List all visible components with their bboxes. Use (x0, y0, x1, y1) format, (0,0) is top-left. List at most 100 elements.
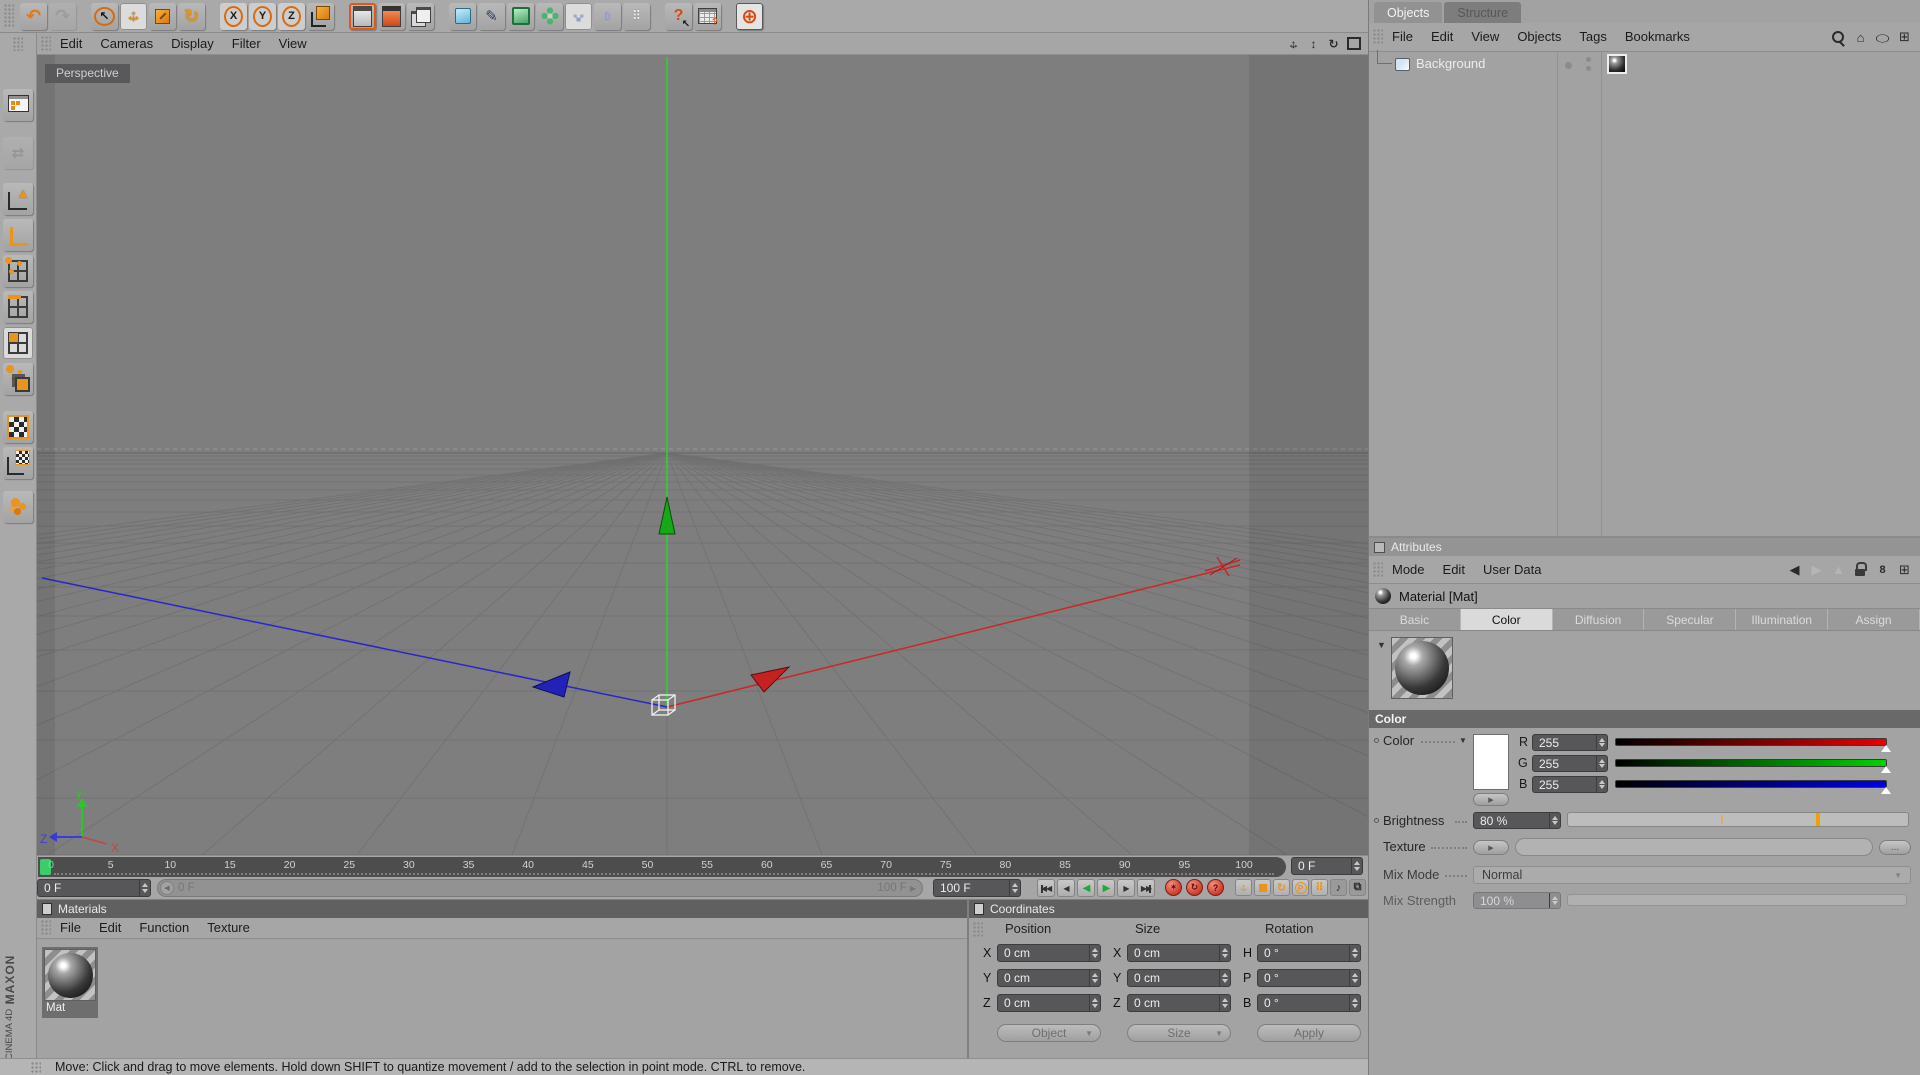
animation-dot-icon[interactable] (1374, 738, 1379, 743)
add-panel-icon[interactable]: ⊞ (1897, 562, 1912, 577)
timeline-tick[interactable]: 85 (1059, 859, 1071, 871)
end-frame-field[interactable]: 100 F (933, 879, 1021, 897)
rotate-button[interactable]: ↻ (178, 2, 205, 30)
viewport-menu-view[interactable]: View (270, 36, 316, 51)
tab-objects[interactable]: Objects (1374, 2, 1443, 23)
polygon-mode-button[interactable] (3, 327, 33, 359)
green-slider[interactable] (1615, 759, 1891, 773)
spinner[interactable] (1009, 880, 1020, 896)
spinner[interactable] (1089, 970, 1100, 986)
materials-menu-texture[interactable]: Texture (198, 920, 259, 935)
play-backward-button[interactable]: ◀ (1077, 879, 1095, 897)
range-start-arrow-icon[interactable]: ◀ (160, 881, 174, 895)
blue-slider[interactable] (1615, 780, 1891, 794)
spinner[interactable] (1089, 995, 1100, 1011)
mix-mode-dropdown[interactable]: Normal (1473, 866, 1911, 884)
render-visibility-dot-icon[interactable] (1586, 66, 1591, 71)
record-keyframe-button[interactable]: ✶ (1165, 879, 1182, 896)
timeline-tick[interactable]: 60 (761, 859, 773, 871)
materials-menu-edit[interactable]: Edit (90, 920, 130, 935)
spinner[interactable] (1349, 995, 1360, 1011)
timeline-tick[interactable]: 90 (1119, 859, 1131, 871)
add-hypernurbs-button[interactable] (507, 2, 534, 30)
render-settings-button[interactable] (378, 2, 405, 30)
coord-field-size-y[interactable]: 0 cm (1127, 969, 1231, 987)
coordinates-grip[interactable] (973, 922, 983, 938)
timeline-tick[interactable]: 50 (642, 859, 654, 871)
key-pla-toggle[interactable]: ⠿ (1311, 879, 1328, 896)
spinner[interactable] (1549, 893, 1560, 908)
material-preview-thumbnail[interactable] (1391, 637, 1453, 699)
visibility-dot-icon[interactable] (1586, 57, 1591, 62)
key-position-toggle[interactable] (1235, 879, 1252, 896)
timeline-tick[interactable]: 100 (1235, 859, 1253, 871)
timeline-tick[interactable]: 65 (821, 859, 833, 871)
timeline-ruler[interactable]: 0 5 10 15 20 25 30 35 40 45 50 55 60 65 70 75 80 85 90 95 10… (38, 857, 1286, 877)
timeline-tick[interactable]: 40 (522, 859, 534, 871)
undo-button[interactable]: ↶ (20, 2, 47, 30)
current-frame-field[interactable]: 0 F (1291, 857, 1363, 875)
tab-basic[interactable]: Basic (1369, 609, 1461, 630)
add-panel-icon[interactable]: ⊞ (1897, 29, 1912, 45)
viewport-menu-filter[interactable]: Filter (223, 36, 270, 51)
render-queue-button[interactable] (407, 2, 434, 30)
add-deformer-button[interactable]: ◗ (594, 2, 621, 30)
object-button[interactable]: Object ▼ (997, 1024, 1101, 1042)
layer-dot-icon[interactable] (1565, 62, 1572, 69)
filter-icon[interactable]: ◯ (1875, 32, 1890, 41)
render-view-button[interactable] (349, 2, 376, 30)
materials-menu-file[interactable]: File (51, 920, 90, 935)
coord-field-position-z[interactable]: 0 cm (997, 994, 1101, 1012)
goto-start-button[interactable]: ◀◀ (1037, 879, 1055, 897)
toolbar-grip[interactable] (4, 4, 14, 28)
online-updater-button[interactable]: ⊕ (736, 2, 763, 30)
history-back-icon[interactable]: ◀ (1787, 562, 1802, 577)
find-icon[interactable] (1831, 30, 1846, 45)
materials-menu-function[interactable]: Function (130, 920, 198, 935)
key-parameter-toggle[interactable]: P (1292, 879, 1309, 896)
spinner[interactable] (1219, 995, 1230, 1011)
timeline-tick[interactable]: 95 (1179, 859, 1191, 871)
model-mode-button[interactable] (3, 183, 33, 215)
timeline-tick[interactable]: 75 (940, 859, 952, 871)
lock-x-button[interactable]: X (220, 2, 247, 30)
attributes-menu-mode[interactable]: Mode (1383, 562, 1434, 577)
swatch-expand-button[interactable]: ▶ (1473, 793, 1509, 806)
play-forward-button[interactable]: ▶ (1097, 879, 1115, 897)
background-object-icon[interactable] (1395, 58, 1410, 71)
history-forward-icon[interactable]: ▶ (1809, 562, 1824, 577)
material-thumbnail[interactable] (44, 949, 96, 1001)
viewport-menu-cameras[interactable]: Cameras (91, 36, 162, 51)
coordinate-system-button[interactable] (307, 2, 334, 30)
materials-menubar-grip[interactable] (41, 920, 51, 936)
coord-field-rotation-p[interactable]: 0 ° (1257, 969, 1361, 987)
status-grip[interactable] (31, 1061, 41, 1073)
timeline-tick[interactable]: 5 (108, 859, 114, 871)
object-row-background[interactable]: Background (1369, 50, 1920, 75)
add-particles-button[interactable]: ⠿ (623, 2, 650, 30)
add-spline-button[interactable]: ✎ (478, 2, 505, 30)
material-item[interactable]: Mat (42, 947, 98, 1018)
texture-field[interactable] (1515, 838, 1873, 856)
timeline-tick[interactable]: 20 (284, 859, 296, 871)
slider-handle[interactable] (1881, 761, 1891, 773)
add-expand-button[interactable] (565, 2, 592, 30)
timeline-tick[interactable]: 0 (48, 859, 54, 871)
pan-view-icon[interactable] (1285, 35, 1302, 52)
pin-icon[interactable]: ▲ (1831, 562, 1846, 577)
spinner[interactable] (1596, 735, 1607, 750)
home-icon[interactable]: ⌂ (1853, 30, 1868, 45)
move-button[interactable] (120, 2, 147, 30)
lock-y-button[interactable]: Y (249, 2, 276, 30)
objects-menu-file[interactable]: File (1383, 29, 1422, 44)
xpresso-button[interactable] (694, 2, 721, 30)
convert-button[interactable]: ⇄ (3, 137, 33, 169)
attributes-menu-user-data[interactable]: User Data (1474, 562, 1551, 577)
tab-assign[interactable]: Assign (1828, 609, 1920, 630)
brightness-slider[interactable] (1567, 812, 1909, 827)
keyframe-selection-toggle[interactable]: ⧉ (1349, 879, 1366, 896)
viewport-canvas[interactable]: Y Z X Perspective (37, 55, 1368, 855)
r-value-field[interactable]: 255 (1532, 734, 1608, 751)
tab-illumination[interactable]: Illumination (1736, 609, 1829, 630)
slider-handle[interactable] (1816, 813, 1821, 826)
